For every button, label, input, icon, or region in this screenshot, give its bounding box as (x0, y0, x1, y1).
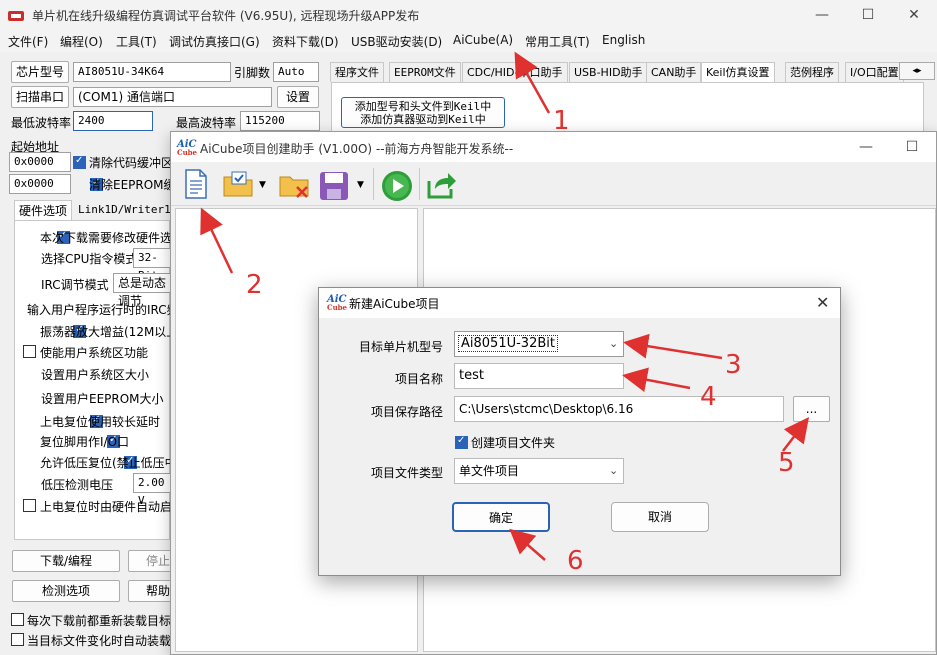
annotation-label-1: 1 (553, 106, 570, 136)
annotation-label-5: 5 (778, 448, 795, 478)
annotation-label-4: 4 (700, 382, 717, 412)
annotation-arrows (200, 51, 810, 561)
annotation-arrow-5 (782, 417, 810, 452)
annotation-label-2: 2 (246, 270, 263, 300)
annotation-label-6: 6 (567, 546, 584, 576)
annotation-arrow-3 (623, 333, 723, 360)
annotation-arrow-1 (514, 51, 551, 114)
annotation-arrow-4 (622, 367, 691, 393)
annotation-label-3: 3 (725, 350, 742, 380)
annotation-arrow-2 (200, 207, 234, 274)
annotation-arrow-6 (509, 528, 546, 561)
